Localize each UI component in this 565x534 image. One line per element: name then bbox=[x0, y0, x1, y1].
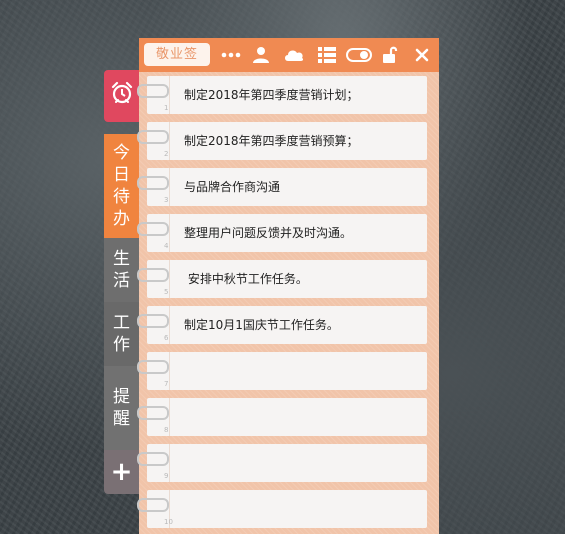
note-number: 9 bbox=[164, 472, 169, 480]
binder-ring-icon bbox=[137, 84, 169, 98]
note-margin bbox=[169, 168, 170, 206]
close-icon[interactable] bbox=[410, 43, 434, 67]
note-margin bbox=[169, 122, 170, 160]
tab-alarm[interactable] bbox=[104, 70, 139, 122]
list-icon[interactable] bbox=[315, 43, 339, 67]
more-icon[interactable] bbox=[219, 43, 243, 67]
note-number: 1 bbox=[164, 104, 169, 112]
list-item[interactable]: 3 与品牌合作商沟通 bbox=[137, 168, 427, 206]
binder-ring-icon bbox=[137, 130, 169, 144]
list-item[interactable]: 2 制定2018年第四季度营销预算； bbox=[137, 122, 427, 160]
tab-work-char: 作 bbox=[113, 335, 130, 355]
tab-life[interactable]: 生 活 bbox=[104, 238, 139, 302]
list-item[interactable]: 5 安排中秋节工作任务。 bbox=[137, 260, 427, 298]
tab-today-char: 办 bbox=[113, 209, 130, 229]
list-item[interactable]: 7 bbox=[137, 352, 427, 390]
unlock-icon[interactable] bbox=[379, 43, 403, 67]
note-number: 4 bbox=[164, 242, 169, 250]
cloud-icon[interactable] bbox=[282, 43, 306, 67]
alarm-clock-icon bbox=[110, 81, 134, 111]
binder-ring-icon bbox=[137, 222, 169, 236]
note-margin bbox=[169, 214, 170, 252]
note-text[interactable]: 制定2018年第四季度营销预算； bbox=[184, 122, 359, 160]
tab-life-char: 活 bbox=[113, 271, 130, 291]
note-number: 2 bbox=[164, 150, 169, 158]
list-item[interactable]: 10 bbox=[137, 490, 427, 528]
binder-ring-icon bbox=[137, 360, 169, 374]
binder-ring-icon bbox=[137, 268, 169, 282]
tab-work[interactable]: 工 作 bbox=[104, 302, 139, 366]
tab-life-char: 生 bbox=[113, 249, 130, 269]
note-margin bbox=[169, 444, 170, 482]
note-number: 7 bbox=[164, 380, 169, 388]
title-bar[interactable]: 敬业签 bbox=[139, 38, 439, 72]
binder-ring-icon bbox=[137, 176, 169, 190]
plus-icon: + bbox=[110, 457, 133, 487]
note-margin bbox=[169, 398, 170, 436]
note-text[interactable]: 制定2018年第四季度营销计划； bbox=[184, 76, 359, 114]
tab-work-char: 工 bbox=[113, 313, 130, 333]
note-text[interactable]: 整理用户问题反馈并及时沟通。 bbox=[184, 214, 352, 252]
note-number: 10 bbox=[164, 518, 173, 526]
note-text[interactable]: 安排中秋节工作任务。 bbox=[184, 260, 308, 298]
list-item[interactable]: 6 制定10月1国庆节工作任务。 bbox=[137, 306, 427, 344]
tab-remind[interactable]: 提 醒 bbox=[104, 366, 139, 450]
note-margin bbox=[169, 260, 170, 298]
tab-today-char: 待 bbox=[113, 187, 130, 207]
list-item[interactable]: 4 整理用户问题反馈并及时沟通。 bbox=[137, 214, 427, 252]
binder-ring-icon bbox=[137, 406, 169, 420]
app-brand[interactable]: 敬业签 bbox=[144, 43, 210, 66]
note-margin bbox=[169, 352, 170, 390]
note-number: 5 bbox=[164, 288, 169, 296]
note-margin bbox=[169, 76, 170, 114]
list-item[interactable]: 8 bbox=[137, 398, 427, 436]
note-number: 8 bbox=[164, 426, 169, 434]
list-item[interactable]: 9 bbox=[137, 444, 427, 482]
note-text[interactable]: 制定10月1国庆节工作任务。 bbox=[184, 306, 339, 344]
tab-remind-char: 提 bbox=[113, 387, 130, 407]
note-number: 3 bbox=[164, 196, 169, 204]
tab-today-char: 今 bbox=[113, 143, 130, 163]
tab-today-todo[interactable]: 今 日 待 办 bbox=[104, 134, 139, 238]
note-text[interactable]: 与品牌合作商沟通 bbox=[184, 168, 280, 206]
toggle-icon[interactable] bbox=[344, 43, 374, 67]
binder-ring-icon bbox=[137, 452, 169, 466]
user-icon[interactable] bbox=[249, 43, 273, 67]
binder-ring-icon bbox=[137, 314, 169, 328]
binder-ring-icon bbox=[137, 498, 169, 512]
tab-remind-char: 醒 bbox=[113, 409, 130, 429]
list-item[interactable]: 1 制定2018年第四季度营销计划； bbox=[137, 76, 427, 114]
note-number: 6 bbox=[164, 334, 169, 342]
add-category-button[interactable]: + bbox=[104, 450, 139, 494]
tab-today-char: 日 bbox=[113, 165, 130, 185]
note-margin bbox=[169, 306, 170, 344]
